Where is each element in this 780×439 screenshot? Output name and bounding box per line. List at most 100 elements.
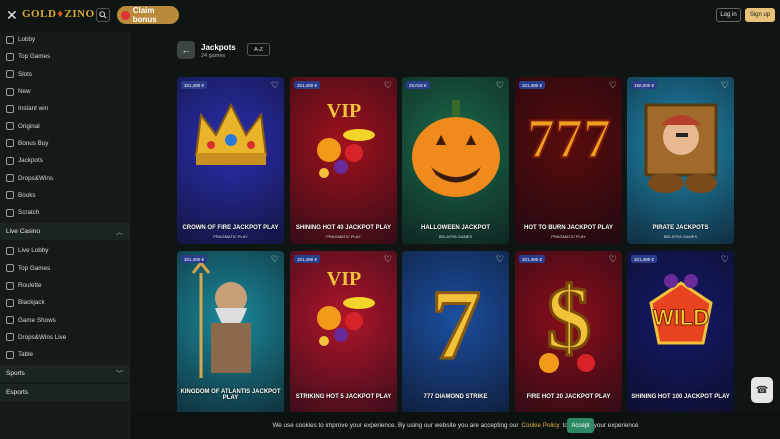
jackpot-badge: 321,490 € bbox=[519, 81, 546, 89]
sidebar-item-top-games[interactable]: Top Games bbox=[0, 260, 129, 277]
game-card[interactable]: 25,018 € ♡ HALLOWEEN JACKPOT BELATRA GAMES bbox=[402, 77, 509, 244]
game-title: KINGDOM OF ATLANTIS JACKPOT PLAY bbox=[180, 389, 281, 401]
original-icon bbox=[6, 122, 14, 131]
sidebar-item-live-lobby[interactable]: Live Lobby bbox=[0, 242, 129, 259]
search-button[interactable] bbox=[96, 8, 110, 22]
sidebar-item-books[interactable]: Books bbox=[0, 187, 129, 204]
game-card[interactable]: VIP 321,490 € ♡ SHINING HOT 40 JACKPOT PLAY… bbox=[290, 77, 397, 244]
roulette-icon bbox=[6, 281, 14, 290]
game-card[interactable]: 321,490 € ♡ CROWN OF FIRE JACKPOT PLAY PRAG… bbox=[177, 77, 284, 244]
star-icon bbox=[6, 52, 14, 61]
heart-icon[interactable]: ♡ bbox=[721, 255, 729, 264]
game-provider: PRAGMATIC PLAY bbox=[213, 234, 248, 239]
sidebar-section-live-casino[interactable]: Live Casino ︿ bbox=[0, 223, 129, 241]
flame-icon: ♦ bbox=[57, 8, 64, 20]
claim-bonus-button[interactable]: Claim bonus bbox=[117, 6, 179, 24]
game-card[interactable]: 777 321,490 € ♡ HOT TO BURN JACKPOT PLAY PRA… bbox=[515, 77, 622, 244]
sidebar-item-bonus-buy[interactable]: Bonus Buy bbox=[0, 135, 129, 152]
sidebar-item-drops-wins-live[interactable]: Drops&Wins Live bbox=[0, 329, 129, 346]
top-header: ✕ GOLD ♦ ZINO Claim bonus Log in Sign up bbox=[0, 0, 780, 31]
sidebar-item-label: Drops&Wins bbox=[18, 174, 53, 182]
sidebar: Lobby Top Games Slots New Instant win Origina… bbox=[0, 31, 130, 439]
logo-text-left: GOLD bbox=[22, 8, 57, 20]
sidebar-item-roulette[interactable]: Roulette bbox=[0, 277, 129, 294]
game-title: STRIKING HOT 5 JACKPOT PLAY bbox=[295, 394, 392, 400]
sidebar-item-instant-win[interactable]: Instant win bbox=[0, 100, 129, 117]
table-icon bbox=[6, 350, 14, 359]
sidebar-item-blackjack[interactable]: Blackjack bbox=[0, 294, 129, 311]
heart-icon[interactable]: ♡ bbox=[609, 81, 617, 90]
sidebar-item-label: New bbox=[18, 88, 31, 96]
game-provider: PRAGMATIC PLAY bbox=[326, 234, 361, 239]
sidebar-item-jackpots[interactable]: Jackpots bbox=[0, 152, 129, 169]
login-button[interactable]: Log in bbox=[716, 8, 741, 22]
svg-text:WILD: WILD bbox=[652, 305, 708, 330]
heart-icon[interactable]: ♡ bbox=[271, 81, 279, 90]
heart-icon[interactable]: ♡ bbox=[496, 255, 504, 264]
sidebar-item-label: Game Shows bbox=[18, 316, 56, 324]
esports-label: Esports bbox=[6, 389, 29, 397]
sidebar-item-table[interactable]: Table bbox=[0, 346, 129, 363]
sidebar-item-lobby[interactable]: Lobby bbox=[0, 31, 129, 48]
jackpot-badge: 321,490 € bbox=[294, 81, 321, 89]
game-title: PIRATE JACKPOTS bbox=[652, 225, 709, 231]
accept-cookies-button[interactable]: Accept bbox=[567, 418, 594, 433]
page-title: Jackpots bbox=[201, 43, 236, 52]
game-card[interactable]: 150,000 € ♡ PIRATE JACKPOTS BELATRA GAMES bbox=[627, 77, 734, 244]
sidebar-live-list: Live Lobby Top Games Roulette Blackjack Game… bbox=[0, 242, 129, 363]
signup-button[interactable]: Sign up bbox=[745, 8, 775, 22]
game-card[interactable]: VIP 321,490 € ♡ STRIKING HOT 5 JACKPOT PLAY bbox=[290, 251, 397, 418]
game-title: SHINING HOT 100 JACKPOT PLAY bbox=[631, 394, 730, 400]
heart-icon[interactable]: ♡ bbox=[384, 81, 392, 90]
gift-icon bbox=[121, 10, 130, 20]
cookie-text: We use cookies to improve your experienc… bbox=[272, 422, 519, 429]
heart-icon[interactable]: ♡ bbox=[721, 81, 729, 90]
chat-button[interactable]: ☎ bbox=[751, 377, 773, 403]
game-artwork: VIP bbox=[299, 95, 389, 190]
sidebar-item-top-games[interactable]: Top Games bbox=[0, 48, 129, 65]
game-artwork bbox=[181, 260, 281, 388]
jackpot-badge: 321,490 € bbox=[181, 81, 208, 89]
main-content: ← Jackpots 24 games A-Z 321,490 € ♡ CROWN … bbox=[131, 31, 780, 439]
close-icon[interactable]: ✕ bbox=[6, 8, 18, 22]
sort-az-button[interactable]: A-Z bbox=[247, 43, 270, 56]
scratch-icon bbox=[6, 208, 14, 217]
sidebar-item-scratch[interactable]: Scratch bbox=[0, 204, 129, 221]
sidebar-item-label: Blackjack bbox=[18, 299, 45, 307]
arrow-left-icon: ← bbox=[181, 45, 191, 55]
heart-icon[interactable]: ♡ bbox=[384, 255, 392, 264]
site-logo[interactable]: GOLD ♦ ZINO bbox=[22, 8, 95, 20]
sidebar-item-label: Books bbox=[18, 191, 36, 199]
game-card[interactable]: 7 ♡ 777 DIAMOND STRIKE bbox=[402, 251, 509, 418]
jackpot-badge: 25,018 € bbox=[406, 81, 430, 89]
sidebar-section-sports[interactable]: Sports ﹀ bbox=[0, 365, 129, 383]
chevron-down-icon: ﹀ bbox=[116, 370, 123, 378]
sidebar-item-label: Live Lobby bbox=[18, 247, 49, 255]
sidebar-item-game-shows[interactable]: Game Shows bbox=[0, 311, 129, 328]
game-artwork bbox=[636, 95, 726, 200]
game-card[interactable]: $321,490 € ♡ FIRE HOT 20 JACKPOT PLAY bbox=[515, 251, 622, 418]
sidebar-item-drops-wins[interactable]: Drops&Wins bbox=[0, 169, 129, 186]
back-button[interactable]: ← bbox=[177, 41, 195, 59]
sidebar-item-new[interactable]: New bbox=[0, 83, 129, 100]
drops-icon bbox=[6, 174, 14, 183]
book-icon bbox=[6, 191, 14, 200]
heart-icon[interactable]: ♡ bbox=[496, 81, 504, 90]
game-card[interactable]: WILD 321,490 € ♡ SHINING HOT 100 JACKPOT PL… bbox=[627, 251, 734, 418]
heart-icon[interactable]: ♡ bbox=[609, 255, 617, 264]
game-card[interactable]: 321,490 € ♡ KINGDOM OF ATLANTIS JACKPOT PL… bbox=[177, 251, 284, 418]
live-lobby-icon bbox=[6, 246, 14, 255]
game-artwork: 777 bbox=[519, 95, 619, 180]
sidebar-item-original[interactable]: Original bbox=[0, 117, 129, 134]
game-artwork: WILD bbox=[631, 263, 731, 368]
sidebar-item-slots[interactable]: Slots bbox=[0, 66, 129, 83]
sidebar-item-label: Roulette bbox=[18, 282, 42, 289]
sidebar-item-label: Table bbox=[18, 351, 34, 359]
sidebar-item-label: Bonus Buy bbox=[18, 139, 49, 147]
svg-text:VIP: VIP bbox=[326, 268, 360, 290]
sidebar-section-esports[interactable]: Esports bbox=[0, 384, 129, 402]
jackpot-badge: 321,490 € bbox=[181, 255, 208, 263]
cookie-policy-link[interactable]: Cookie Policy bbox=[521, 422, 559, 429]
heart-icon[interactable]: ♡ bbox=[271, 255, 279, 264]
cards-icon bbox=[6, 298, 14, 307]
